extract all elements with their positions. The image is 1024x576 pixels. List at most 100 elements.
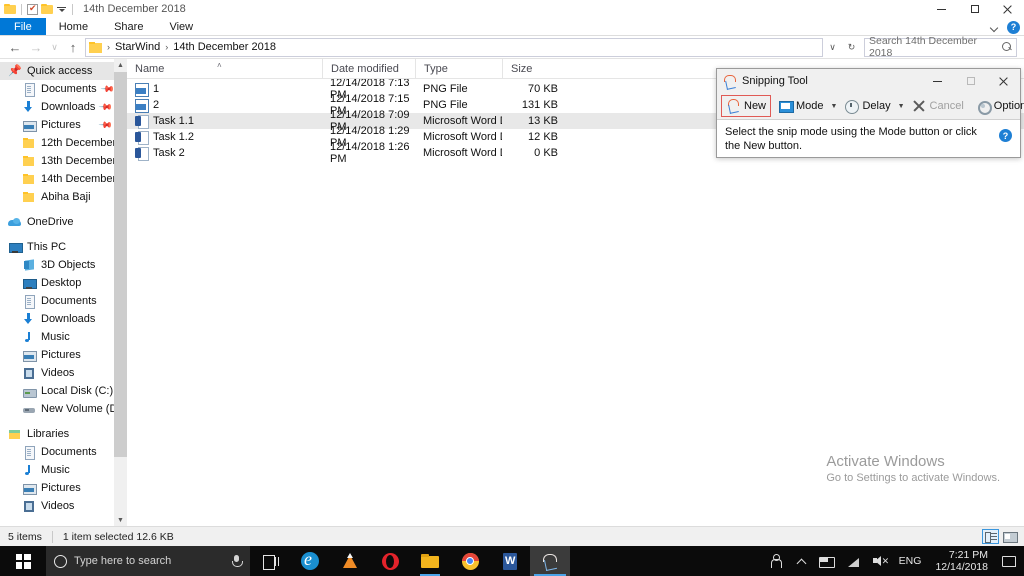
column-header-size[interactable]: Size [502,58,564,79]
minimize-button[interactable] [925,0,958,18]
new-folder-icon[interactable] [41,4,53,14]
google-chrome-button[interactable] [450,546,490,576]
pin-icon[interactable]: 📌 [98,117,113,133]
help-icon[interactable]: ? [1007,20,1020,34]
people-icon[interactable] [765,546,791,576]
sidebar-item-pictures[interactable]: Pictures [0,346,127,364]
vlc-media-player-button[interactable] [330,546,370,576]
sidebar-item-local-disk-c[interactable]: Local Disk (C:) [0,382,127,400]
sidebar-item-this-pc[interactable]: This PC [0,238,127,256]
show-hidden-icons-chevron-icon[interactable] [791,546,813,576]
microphone-icon[interactable] [231,554,243,568]
search-icon [1002,42,1012,52]
details-view-icon [984,532,997,543]
sidebar-item-3d-objects[interactable]: 3D Objects [0,256,127,274]
tab-view[interactable]: View [156,18,206,35]
file-explorer-button[interactable] [410,546,450,576]
sidebar-item-new-volume-d[interactable]: New Volume (D:) [0,400,127,418]
tab-home[interactable]: Home [46,18,101,35]
microsoft-edge-icon [301,552,319,570]
selection-info-label: 1 item selected 12.6 KB [62,530,174,543]
back-button[interactable]: ← [6,38,24,56]
forward-button[interactable]: → [27,38,45,56]
sidebar-item-onedrive[interactable]: OneDrive [0,213,127,231]
sidebar-item-14th-december-2018[interactable]: 14th December 2018 [0,170,127,188]
speaker-muted-icon[interactable]: ✕ [867,546,893,576]
sidebar-item-documents[interactable]: Documents [0,292,127,310]
column-header-type[interactable]: Type [415,58,502,79]
chevron-down-icon[interactable] [990,23,999,32]
breadcrumb-starwind[interactable]: StarWind [113,41,162,53]
snip-delay-dropdown-arrow[interactable]: ▼ [898,96,905,116]
snip-options-button[interactable]: Options [971,95,1024,117]
snip-new-button[interactable]: New [721,95,772,117]
system-tray: ✕ ENG 7:21 PM 12/14/2018 [765,546,1024,576]
sidebar-item-libraries[interactable]: Libraries [0,425,127,443]
language-indicator[interactable]: ENG [893,546,928,576]
address-dropdown-icon[interactable]: ∨ [826,38,839,56]
pin-icon[interactable]: 📌 [99,81,115,97]
taskbar-search-box[interactable]: Type here to search [46,546,250,576]
microsoft-word-icon [503,552,517,570]
up-button[interactable]: ↑ [64,38,82,56]
sidebar-item-label: OneDrive [27,216,74,228]
large-icons-view-button[interactable] [1001,529,1018,544]
tab-file[interactable]: File [0,18,46,35]
action-center-icon[interactable] [996,546,1022,576]
sidebar-item-13th-december-2018[interactable]: 13th December 2018 [0,152,127,170]
scroll-up-arrow[interactable]: ▲ [114,59,127,72]
details-view-button[interactable] [982,529,999,544]
file-name-label: 2 [153,99,160,111]
sidebar-item-pictures[interactable]: Pictures 📌 [0,116,127,134]
snip-mode-button[interactable]: Mode [773,95,829,117]
battery-icon[interactable] [813,546,841,576]
snip-delay-button[interactable]: Delay [839,95,895,117]
ribbon-right-controls: ? [990,18,1020,36]
sidebar-item-documents[interactable]: Documents [0,443,127,461]
snip-maximize-button[interactable] [954,69,987,93]
sidebar-item-music[interactable]: Music [0,461,127,479]
sidebar-item-pictures[interactable]: Pictures [0,479,127,497]
pin-icon [8,64,22,78]
sidebar-item-documents[interactable]: Documents 📌 [0,80,127,98]
recent-locations-icon[interactable]: ∨ [48,38,61,56]
tab-share[interactable]: Share [101,18,156,35]
sidebar-item-label: 3D Objects [41,259,96,271]
column-header-name[interactable]: Name ˄ [127,59,322,79]
search-placeholder: Search 14th December 2018 [869,35,977,59]
maximize-button[interactable] [958,0,991,18]
snip-close-button[interactable] [987,69,1020,93]
sidebar-item-videos[interactable]: Videos [0,364,127,382]
microsoft-word-button[interactable] [490,546,530,576]
start-button[interactable] [0,546,46,576]
sidebar-item-downloads[interactable]: Downloads [0,310,127,328]
close-button[interactable] [991,0,1024,18]
snip-mode-dropdown-arrow[interactable]: ▼ [831,96,838,116]
opera-browser-button[interactable] [370,546,410,576]
scrollbar-thumb[interactable] [114,72,127,457]
sidebar-item-desktop[interactable]: Desktop [0,274,127,292]
column-header-date-modified[interactable]: Date modified [322,58,415,79]
sidebar-item-quick-access[interactable]: Quick access [0,62,127,80]
microsoft-edge-button[interactable] [290,546,330,576]
navigation-scrollbar[interactable]: ▲ ▼ [114,59,127,527]
clock[interactable]: 7:21 PM 12/14/2018 [927,546,996,576]
clock-time: 7:21 PM [948,549,988,561]
sidebar-item-downloads[interactable]: Downloads 📌 [0,98,127,116]
wifi-icon[interactable] [841,546,867,576]
sidebar-item-abiha-baji[interactable]: Abiha Baji [0,188,127,206]
sidebar-item-music[interactable]: Music [0,328,127,346]
snipping-tool-button[interactable] [530,546,570,576]
refresh-icon[interactable]: ↻ [845,38,858,56]
task-view-button[interactable] [250,546,290,576]
snip-minimize-button[interactable] [921,69,954,93]
search-input[interactable]: Search 14th December 2018 [864,35,1017,59]
pin-icon[interactable]: 📌 [98,99,114,115]
checkbox-icon[interactable] [27,3,38,15]
breadcrumb-bar[interactable]: › StarWind › 14th December 2018 [85,37,823,57]
breadcrumb-current-folder[interactable]: 14th December 2018 [171,41,278,53]
sidebar-item-videos[interactable]: Videos [0,497,127,515]
help-icon[interactable]: ? [999,129,1012,142]
sidebar-item-12th-december-2018[interactable]: 12th December 2018 [0,134,127,152]
caret-down-icon[interactable] [56,4,67,15]
